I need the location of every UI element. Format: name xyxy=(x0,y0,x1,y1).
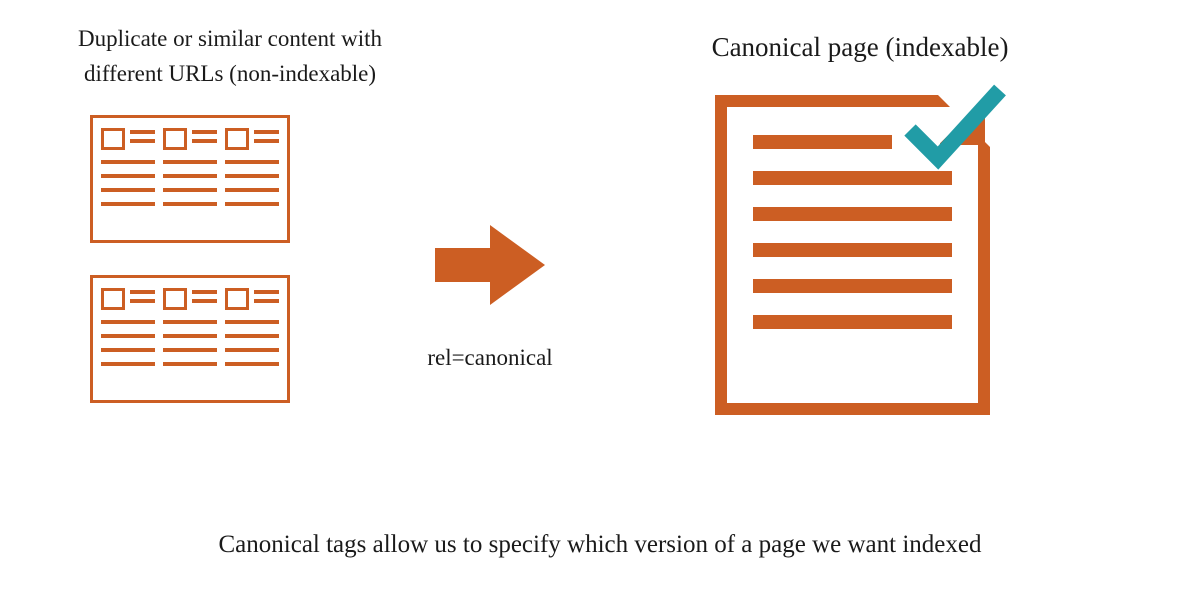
duplicate-document-icon xyxy=(90,115,290,243)
rel-canonical-label: rel=canonical xyxy=(405,345,575,371)
arrow-right-icon xyxy=(430,220,550,315)
heading-line-1: Duplicate or similar content with xyxy=(78,26,382,51)
bottom-caption: Canonical tags allow us to specify which… xyxy=(0,531,1200,559)
duplicate-content-heading: Duplicate or similar content with differ… xyxy=(40,22,420,91)
duplicate-document-icon xyxy=(90,275,290,403)
checkmark-icon xyxy=(900,80,1010,180)
canonical-page-heading: Canonical page (indexable) xyxy=(600,32,1120,63)
duplicate-documents-group xyxy=(90,115,290,403)
heading-line-2: different URLs (non-indexable) xyxy=(84,61,376,86)
